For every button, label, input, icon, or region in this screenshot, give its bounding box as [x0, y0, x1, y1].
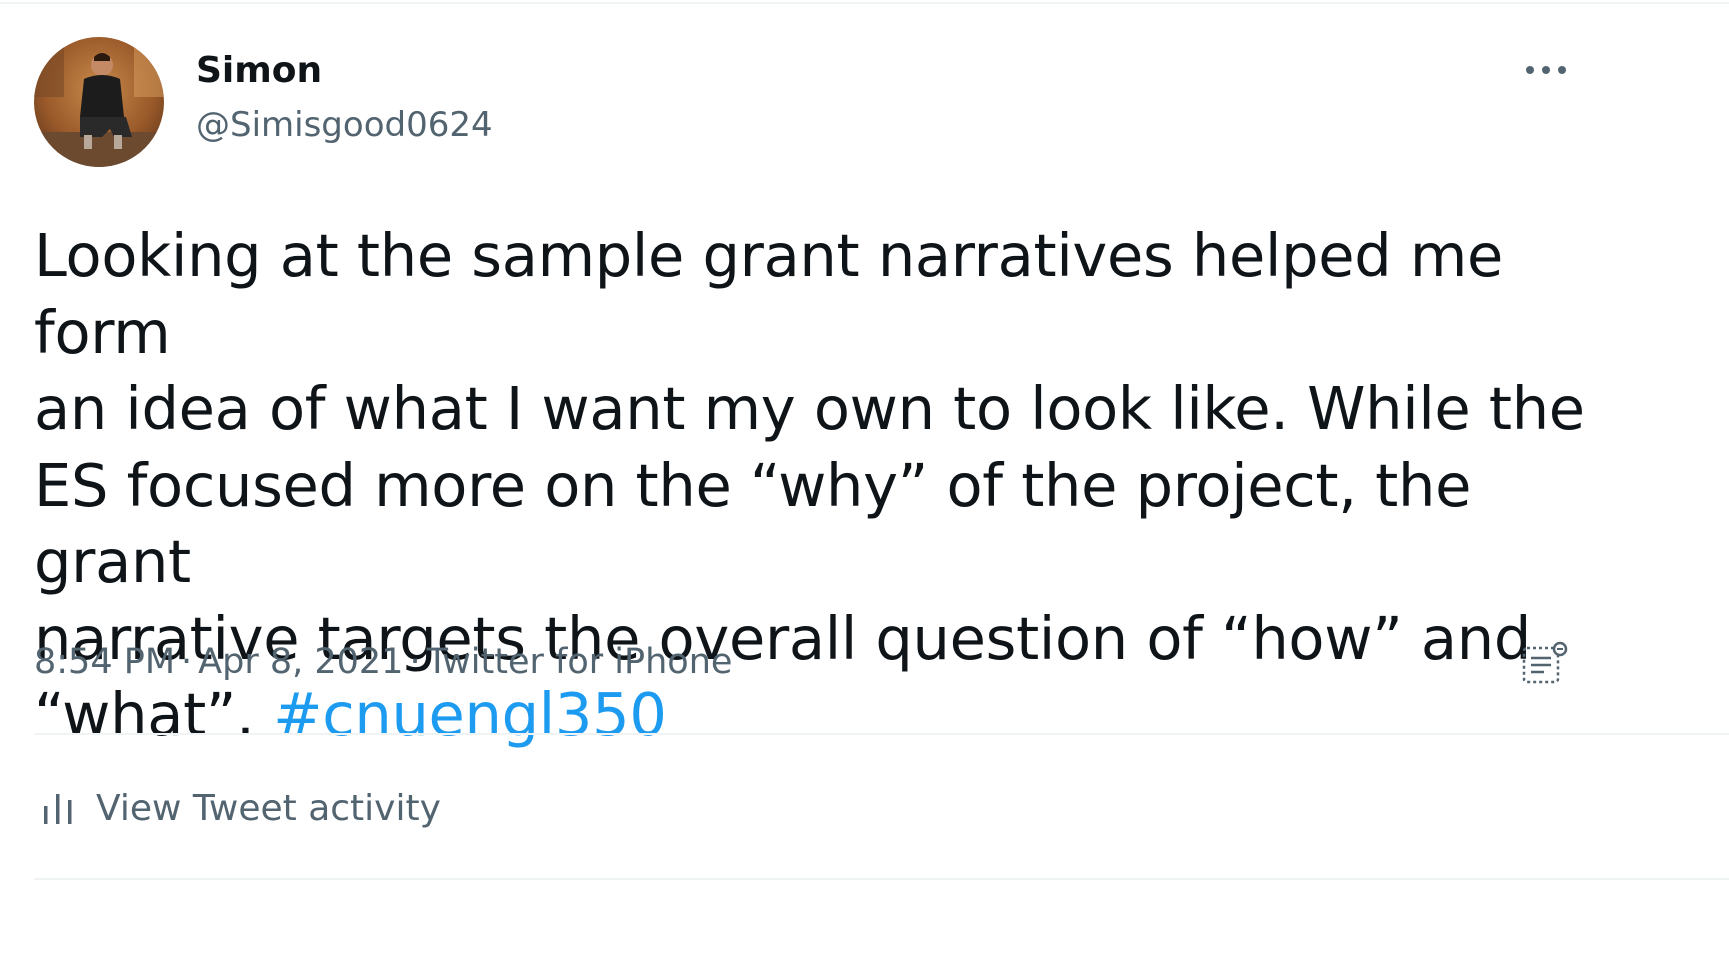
tweet-text-line: ES focused more on the “why” of the proj…: [34, 450, 1472, 597]
notes-icon: [1522, 641, 1568, 684]
hashtag-link[interactable]: #cnuengl350: [273, 680, 667, 749]
divider: [34, 878, 1729, 880]
tweet-source[interactable]: Twitter for iPhone: [427, 642, 733, 682]
user-handle[interactable]: @Simisgood0624: [196, 105, 493, 145]
tweet-text-last-line: “what”. #cnuengl350: [34, 677, 1594, 754]
tweet-date[interactable]: Apr 8, 2021: [198, 642, 403, 682]
view-tweet-activity-button[interactable]: View Tweet activity: [34, 776, 441, 840]
activity-label: View Tweet activity: [96, 787, 441, 829]
tweet-metadata: 8:54 PM · Apr 8, 2021 · Twitter for iPhone: [34, 642, 732, 682]
display-name[interactable]: Simon: [196, 50, 322, 91]
bar-chart-icon: [34, 784, 82, 832]
tweet-time[interactable]: 8:54 PM: [34, 642, 175, 682]
tweet-text-line: “what”.: [34, 680, 255, 749]
more-options-button[interactable]: [1520, 52, 1572, 88]
meta-separator: ·: [181, 642, 193, 682]
top-divider: [0, 2, 1729, 4]
tweet-text-line: an idea of what I want my own to look li…: [34, 374, 1585, 443]
meta-separator: ·: [409, 642, 421, 682]
divider: [34, 733, 1729, 735]
profile-photo-icon: [34, 37, 164, 167]
tweet-text-line: Looking at the sample grant narratives h…: [34, 221, 1504, 367]
avatar[interactable]: [34, 37, 164, 167]
notes-button[interactable]: [1520, 640, 1568, 688]
more-horizontal-icon: [1526, 66, 1566, 74]
